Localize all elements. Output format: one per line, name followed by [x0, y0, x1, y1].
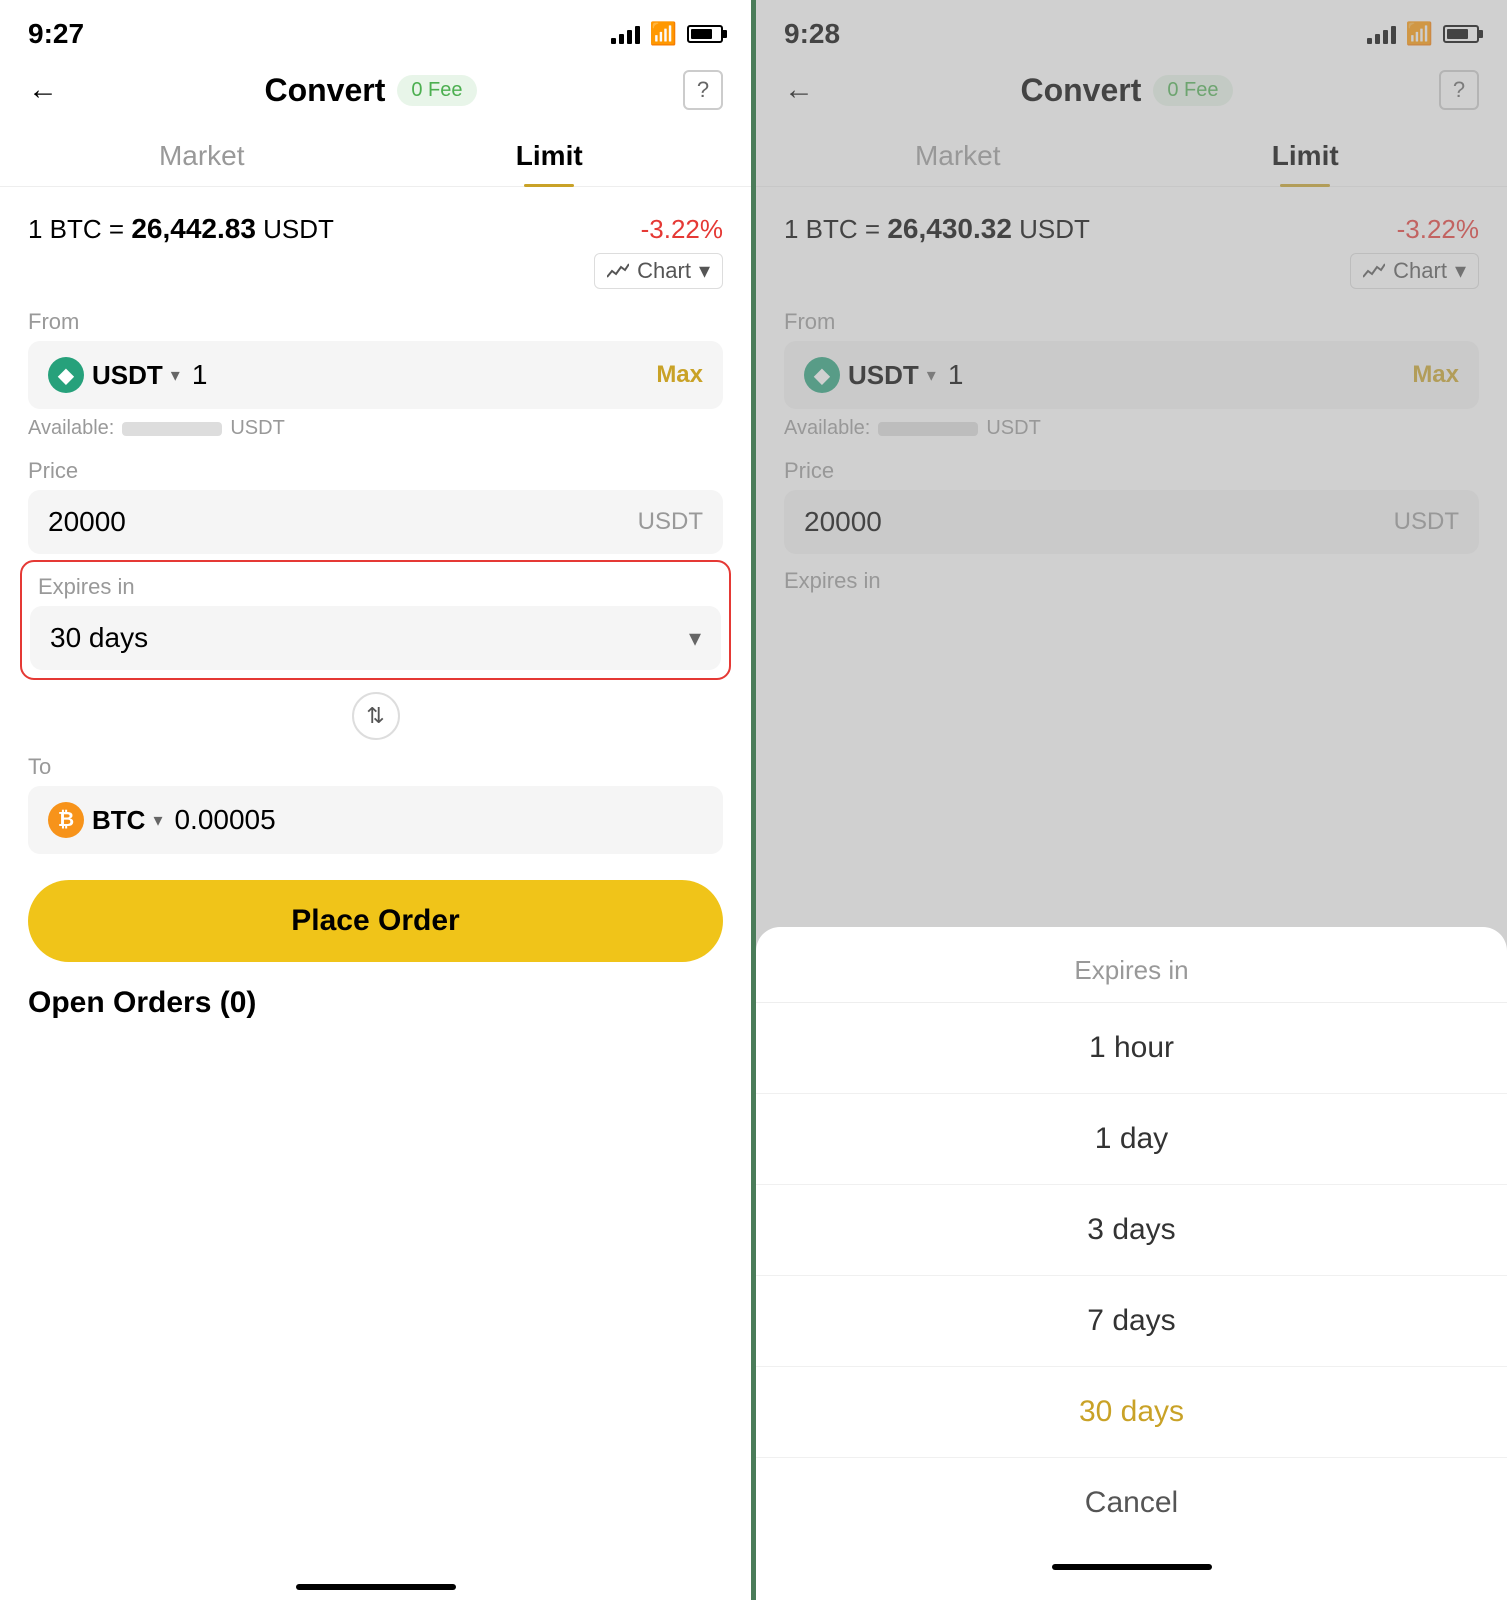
signal-icon — [611, 24, 640, 44]
place-order-button-left[interactable]: Place Order — [28, 880, 723, 962]
swap-button-left[interactable]: ⇅ — [352, 692, 400, 740]
swap-row-left: ⇅ — [0, 686, 751, 746]
status-time-left: 9:27 — [28, 18, 84, 50]
home-bar-right — [1052, 1564, 1212, 1570]
home-bar-left — [296, 1584, 456, 1590]
price-value-left[interactable]: 20000 — [48, 506, 626, 538]
help-button-left[interactable]: ? — [683, 70, 723, 110]
to-label-left: To — [0, 746, 751, 786]
from-currency-selector-left[interactable]: ◆ USDT ▾ — [48, 357, 180, 393]
from-amount-left[interactable]: 1 — [192, 359, 644, 391]
battery-icon — [687, 25, 723, 43]
to-input-row-left: ₿ BTC ▾ 0.00005 — [28, 786, 723, 854]
sheet-item-7-days[interactable]: 7 days — [756, 1276, 1507, 1367]
blurred-balance-left — [122, 422, 222, 436]
chart-button-left[interactable]: Chart ▾ — [594, 253, 723, 289]
expires-section-left: Expires in 30 days ▾ — [20, 560, 731, 680]
price-suffix-left: USDT — [638, 508, 703, 536]
wifi-icon: 📶 — [650, 21, 677, 47]
chevron-down-icon: ▾ — [699, 258, 710, 284]
rate-text-left: 1 BTC = 26,442.83 USDT — [28, 213, 334, 245]
home-indicator-right — [756, 1548, 1507, 1580]
header-left: ← Convert 0 Fee ? — [0, 58, 751, 126]
left-screen: 9:27 📶 ← Convert 0 Fee ? Market L — [0, 0, 756, 1600]
sheet-item-1-day[interactable]: 1 day — [756, 1094, 1507, 1185]
open-orders-left: Open Orders (0) — [0, 962, 751, 1032]
tab-limit-left[interactable]: Limit — [376, 126, 724, 186]
chart-link-left: Chart ▾ — [0, 249, 751, 301]
expires-chevron-left: ▾ — [689, 624, 701, 653]
rate-row-left: 1 BTC = 26,442.83 USDT -3.22% — [0, 203, 751, 249]
sheet-header: Expires in — [756, 927, 1507, 1003]
back-button-left[interactable]: ← — [28, 73, 58, 107]
status-icons-left: 📶 — [611, 21, 723, 47]
max-button-left[interactable]: Max — [656, 361, 703, 389]
btc-icon-left: ₿ — [48, 802, 84, 838]
tab-market-left[interactable]: Market — [28, 126, 376, 186]
to-amount-left[interactable]: 0.00005 — [174, 804, 703, 836]
right-screen: 9:28 📶 ← Convert 0 Fee ? Market L — [756, 0, 1507, 1600]
from-currency-chevron-left: ▾ — [171, 365, 180, 386]
from-input-row-left: ◆ USDT ▾ 1 Max — [28, 341, 723, 409]
to-currency-name-left: BTC — [92, 805, 145, 836]
sheet-item-1-hour[interactable]: 1 hour — [756, 1003, 1507, 1094]
available-text-left: Available: USDT — [0, 415, 751, 450]
to-currency-chevron-left: ▾ — [153, 810, 162, 831]
from-label-left: From — [0, 301, 751, 341]
expires-value-left: 30 days — [50, 622, 689, 654]
fee-badge-left: 0 Fee — [397, 75, 476, 106]
sheet-item-cancel[interactable]: Cancel — [756, 1458, 1507, 1548]
header-center-left: Convert 0 Fee — [264, 72, 476, 109]
usdt-icon-left: ◆ — [48, 357, 84, 393]
chart-icon — [607, 263, 629, 279]
tabs-left: Market Limit — [0, 126, 751, 187]
expires-input-row-left[interactable]: 30 days ▾ — [30, 606, 721, 670]
expires-label-left: Expires in — [26, 566, 725, 606]
expires-bottom-sheet: Expires in 1 hour 1 day 3 days 7 days 30… — [756, 927, 1507, 1600]
price-input-row-left: 20000 USDT — [28, 490, 723, 554]
home-indicator-left — [0, 1568, 751, 1600]
price-label-left: Price — [0, 450, 751, 490]
from-currency-name-left: USDT — [92, 360, 163, 391]
to-currency-selector-left[interactable]: ₿ BTC ▾ — [48, 802, 162, 838]
page-title-left: Convert — [264, 72, 385, 109]
sheet-item-3-days[interactable]: 3 days — [756, 1185, 1507, 1276]
rate-change-left: -3.22% — [641, 214, 723, 245]
status-bar-left: 9:27 📶 — [0, 0, 751, 58]
sheet-item-30-days[interactable]: 30 days — [756, 1367, 1507, 1458]
